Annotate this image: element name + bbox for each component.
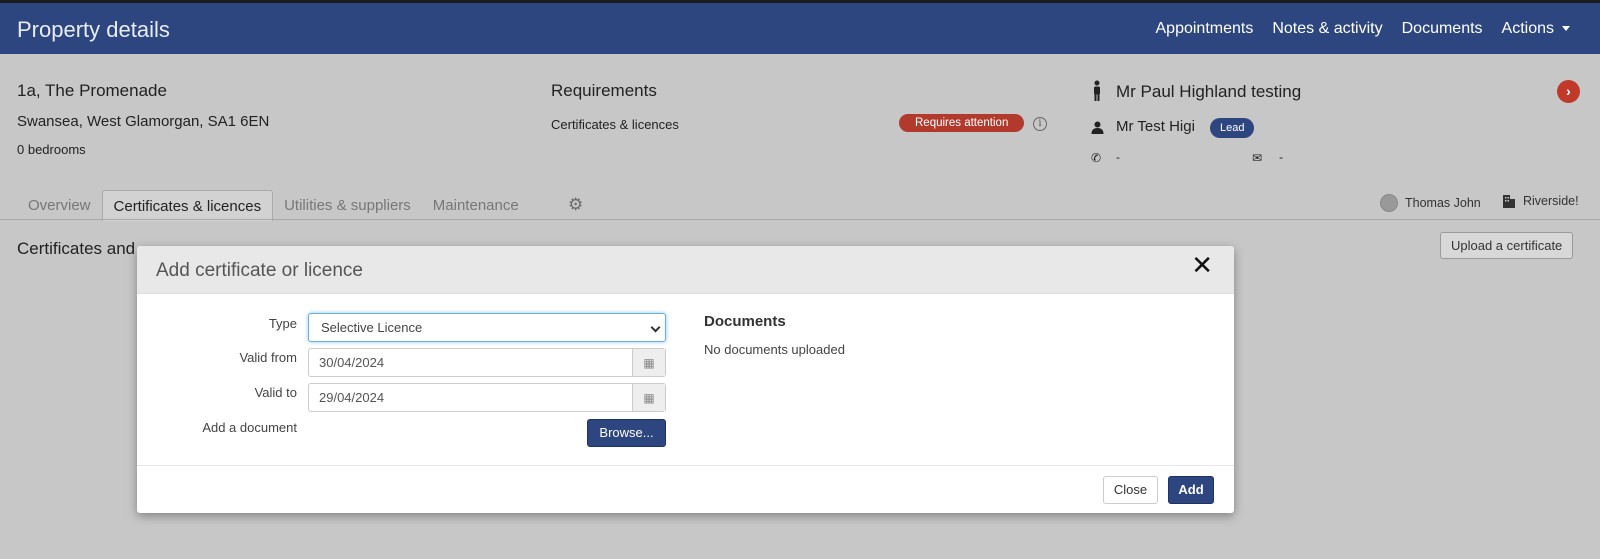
type-select[interactable]: Selective Licence bbox=[308, 313, 666, 342]
tab-overview[interactable]: Overview bbox=[17, 190, 102, 221]
branch-name: Riverside! bbox=[1523, 194, 1579, 208]
tab-maintenance[interactable]: Maintenance bbox=[422, 190, 530, 221]
requirements-item: Certificates & licences bbox=[551, 117, 679, 132]
lead-name: Mr Paul Highland testing bbox=[1116, 82, 1302, 101]
requires-attention-badge: Requires attention bbox=[899, 114, 1025, 132]
calendar-icon[interactable]: ▦ bbox=[632, 384, 665, 411]
building-icon bbox=[1503, 195, 1515, 208]
modal-header: Add certificate or licence ✕ bbox=[137, 246, 1234, 294]
chevron-right-button[interactable]: › bbox=[1557, 80, 1580, 103]
type-select-value: Selective Licence bbox=[321, 320, 423, 335]
documents-title: Documents bbox=[704, 313, 786, 330]
property-bedrooms: 0 bedrooms bbox=[17, 142, 86, 157]
page-title: Property details bbox=[17, 17, 170, 42]
add-document-label: Add a document bbox=[202, 420, 297, 435]
nav-appointments[interactable]: Appointments bbox=[1156, 20, 1254, 38]
agent-name: Thomas John bbox=[1405, 196, 1481, 210]
gear-icon[interactable]: ⚙ bbox=[568, 195, 583, 215]
valid-to-field[interactable]: 29/04/2024 ▦ bbox=[308, 383, 666, 412]
section-title: Certificates and bbox=[17, 239, 136, 258]
nav-documents[interactable]: Documents bbox=[1402, 20, 1483, 38]
lead-badge: Lead bbox=[1210, 118, 1255, 138]
tab-bar: Overview Certificates & licences Utiliti… bbox=[17, 190, 530, 221]
phone-value: - bbox=[1116, 150, 1120, 164]
browse-button[interactable]: Browse... bbox=[587, 419, 666, 447]
avatar bbox=[1380, 194, 1398, 212]
valid-to-value[interactable]: 29/04/2024 bbox=[309, 384, 632, 411]
close-icon[interactable]: ✕ bbox=[1191, 252, 1213, 278]
modal-footer-divider bbox=[137, 465, 1234, 466]
tab-certificates-licences[interactable]: Certificates & licences bbox=[101, 190, 274, 221]
type-label: Type bbox=[268, 316, 297, 331]
upload-certificate-button[interactable]: Upload a certificate bbox=[1440, 232, 1574, 259]
modal-title: Add certificate or licence bbox=[156, 260, 363, 281]
contact-name: Mr Test Higi bbox=[1116, 118, 1195, 135]
chevron-down-icon bbox=[650, 322, 661, 333]
property-address-line1: 1a, The Promenade bbox=[17, 81, 167, 100]
top-nav: Appointments Notes & activity Documents … bbox=[1156, 20, 1570, 38]
top-navbar: Property details Appointments Notes & ac… bbox=[0, 0, 1600, 54]
valid-from-value[interactable]: 30/04/2024 bbox=[309, 349, 632, 376]
user-icon bbox=[1091, 121, 1104, 134]
assigned-agent: Thomas John bbox=[1380, 194, 1481, 212]
documents-empty-message: No documents uploaded bbox=[704, 342, 845, 357]
person-icon bbox=[1094, 80, 1100, 101]
nav-actions-label: Actions bbox=[1501, 20, 1554, 37]
nav-actions-dropdown[interactable]: Actions bbox=[1502, 20, 1570, 38]
requirements-title: Requirements bbox=[551, 81, 657, 100]
tab-utilities-suppliers[interactable]: Utilities & suppliers bbox=[273, 190, 422, 221]
envelope-icon: ✉ bbox=[1252, 151, 1263, 165]
valid-to-label: Valid to bbox=[254, 385, 297, 400]
tabs-divider bbox=[0, 219, 1600, 220]
caret-down-icon bbox=[1562, 26, 1570, 32]
email-value: - bbox=[1279, 150, 1283, 164]
valid-from-label: Valid from bbox=[239, 350, 297, 365]
valid-from-field[interactable]: 30/04/2024 ▦ bbox=[308, 348, 666, 377]
calendar-icon[interactable]: ▦ bbox=[632, 349, 665, 376]
add-certificate-modal: Add certificate or licence ✕ Type Select… bbox=[137, 246, 1234, 513]
nav-notes-activity[interactable]: Notes & activity bbox=[1272, 20, 1382, 38]
close-button[interactable]: Close bbox=[1103, 476, 1158, 504]
info-icon[interactable]: i bbox=[1033, 117, 1047, 131]
branch-info: Riverside! bbox=[1502, 194, 1579, 208]
phone-icon: ✆ bbox=[1091, 151, 1102, 165]
property-address-line2: Swansea, West Glamorgan, SA1 6EN bbox=[17, 113, 270, 130]
add-button[interactable]: Add bbox=[1168, 476, 1214, 504]
